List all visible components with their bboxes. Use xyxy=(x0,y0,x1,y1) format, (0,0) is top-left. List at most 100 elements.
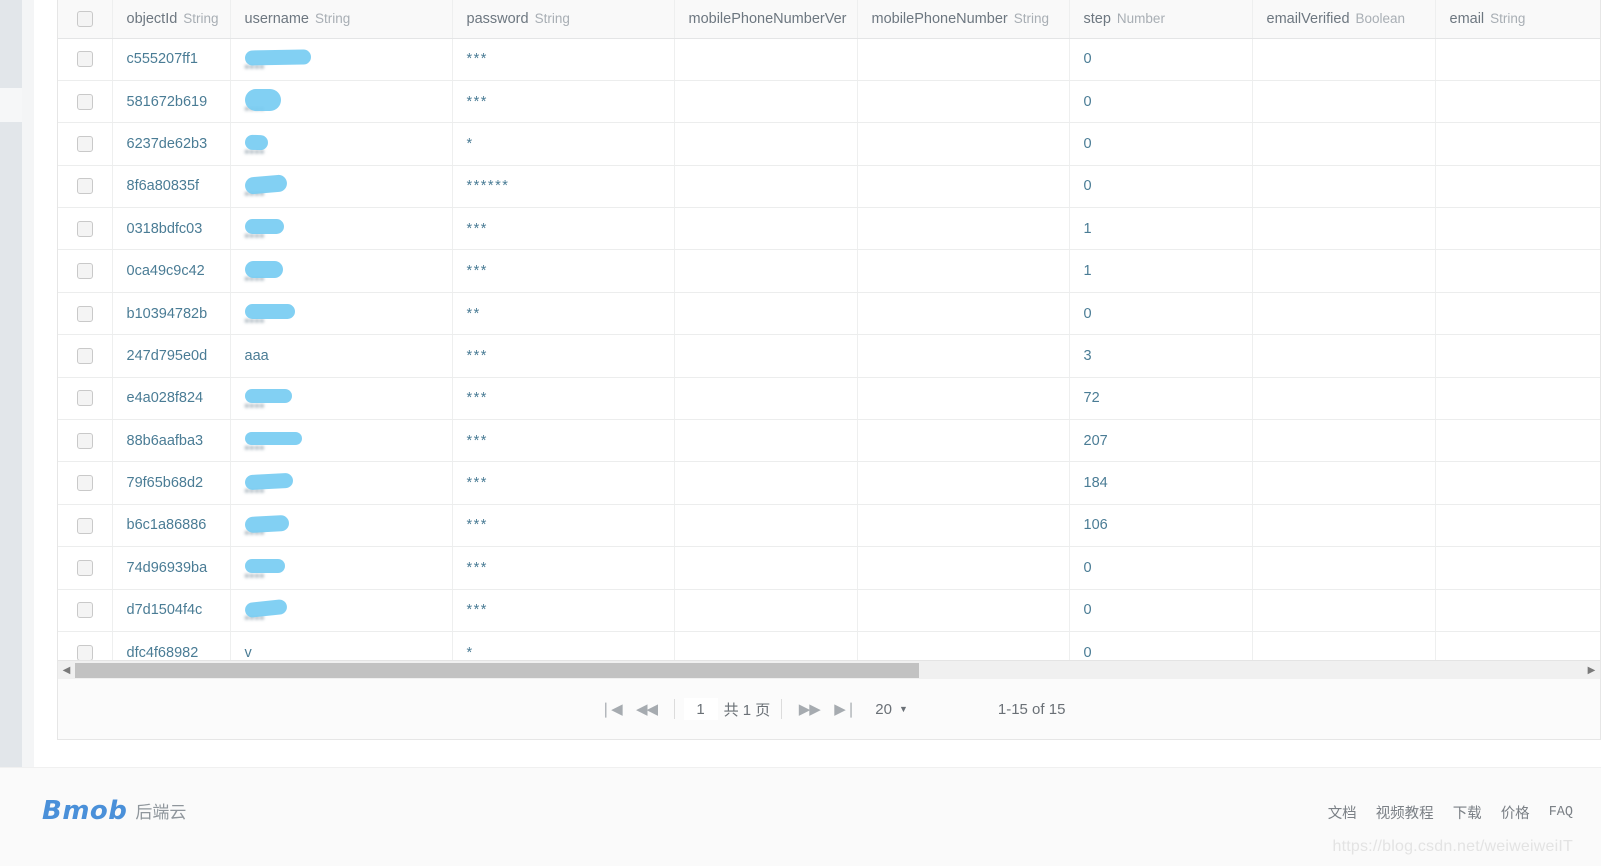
cell-step[interactable]: 0 xyxy=(1069,122,1253,166)
cell-password[interactable]: ****** xyxy=(452,165,675,209)
cell-email[interactable] xyxy=(1435,419,1600,463)
column-header-mobilephonenumber[interactable]: mobilePhoneNumber String xyxy=(857,0,1070,39)
cell-password[interactable]: * xyxy=(452,122,675,166)
cell-password[interactable]: *** xyxy=(452,249,675,293)
cell-password[interactable]: *** xyxy=(452,334,675,378)
row-checkbox[interactable] xyxy=(76,644,93,661)
cell-password[interactable]: *** xyxy=(452,207,675,251)
column-header-email[interactable]: email String xyxy=(1435,0,1600,39)
cell-objectid[interactable]: 0ca49c9c42 xyxy=(112,249,231,293)
row-checkbox[interactable] xyxy=(76,432,93,449)
cell-email[interactable] xyxy=(1435,377,1600,421)
row-select-cell[interactable] xyxy=(58,80,113,124)
cell-mobilephonenumberverified[interactable] xyxy=(674,249,858,293)
cell-email[interactable] xyxy=(1435,207,1600,251)
cell-emailverified[interactable] xyxy=(1252,165,1436,209)
cell-username[interactable]: •••• xyxy=(230,546,453,590)
cell-step[interactable]: 106 xyxy=(1069,504,1253,548)
cell-mobilephonenumberverified[interactable] xyxy=(674,80,858,124)
row-select-cell[interactable] xyxy=(58,504,113,548)
cell-email[interactable] xyxy=(1435,165,1600,209)
cell-mobilephonenumberverified[interactable] xyxy=(674,461,858,505)
cell-mobilephonenumberverified[interactable] xyxy=(674,207,858,251)
table-row[interactable]: 74d96939ba •••• *** 0 xyxy=(58,546,1600,590)
cell-username[interactable]: •••• xyxy=(230,207,453,251)
cell-password[interactable]: *** xyxy=(452,504,675,548)
row-select-cell[interactable] xyxy=(58,546,113,590)
footer-link-faq[interactable]: FAQ xyxy=(1549,805,1573,820)
cell-objectid[interactable]: 79f65b68d2 xyxy=(112,461,231,505)
footer-link-download[interactable]: 下载 xyxy=(1453,802,1482,823)
table-row[interactable]: 0ca49c9c42 •••• *** 1 xyxy=(58,249,1600,293)
cell-password[interactable]: *** xyxy=(452,419,675,463)
row-checkbox[interactable] xyxy=(76,51,93,68)
cell-username[interactable]: •••• xyxy=(230,165,453,209)
column-header-username[interactable]: username String xyxy=(230,0,453,39)
scrollbar-thumb[interactable] xyxy=(75,662,920,678)
table-row[interactable]: 88b6aafba3 •••• *** 207 xyxy=(58,419,1600,463)
cell-emailverified[interactable] xyxy=(1252,334,1436,378)
scroll-right-arrow-icon[interactable]: ▶ xyxy=(1583,662,1600,679)
cell-username[interactable]: •••• xyxy=(230,122,453,166)
cell-username[interactable]: •••• xyxy=(230,249,453,293)
cell-mobilephonenumber[interactable] xyxy=(857,419,1070,463)
last-page-button[interactable]: ▶❘ xyxy=(831,695,859,723)
cell-mobilephonenumberverified[interactable] xyxy=(674,165,858,209)
cell-username[interactable]: •••• xyxy=(230,589,453,632)
cell-step[interactable]: 0 xyxy=(1069,589,1253,632)
row-select-cell[interactable] xyxy=(58,334,113,378)
left-nav-rail-active-item[interactable] xyxy=(0,88,22,122)
row-select-cell[interactable] xyxy=(58,249,113,293)
column-header-objectid[interactable]: objectId String xyxy=(112,0,231,39)
cell-mobilephonenumber[interactable] xyxy=(857,292,1070,336)
data-grid-scroll-region[interactable]: objectId String username String password St… xyxy=(58,0,1600,670)
cell-emailverified[interactable] xyxy=(1252,249,1436,293)
cell-password[interactable]: *** xyxy=(452,377,675,421)
cell-objectid[interactable]: b10394782b xyxy=(112,292,231,336)
cell-mobilephonenumberverified[interactable] xyxy=(674,419,858,463)
column-header-step[interactable]: step Number xyxy=(1069,0,1253,39)
cell-username[interactable]: •••• xyxy=(230,80,453,124)
column-header-mobilephonenumberverified[interactable]: mobilePhoneNumberVer xyxy=(674,0,858,39)
scrollbar-track[interactable] xyxy=(75,662,1583,678)
row-checkbox[interactable] xyxy=(76,348,93,365)
row-checkbox[interactable] xyxy=(76,136,93,153)
row-checkbox[interactable] xyxy=(76,178,93,195)
row-select-cell[interactable] xyxy=(58,122,113,166)
cell-step[interactable]: 0 xyxy=(1069,165,1253,209)
cell-objectid[interactable]: 581672b619 xyxy=(112,80,231,124)
cell-emailverified[interactable] xyxy=(1252,546,1436,590)
cell-emailverified[interactable] xyxy=(1252,419,1436,463)
cell-username[interactable]: •••• xyxy=(230,504,453,548)
table-row[interactable]: b6c1a86886 •••• *** 106 xyxy=(58,504,1600,548)
row-checkbox[interactable] xyxy=(76,263,93,280)
cell-password[interactable]: *** xyxy=(452,80,675,124)
cell-objectid[interactable]: b6c1a86886 xyxy=(112,504,231,548)
row-checkbox[interactable] xyxy=(76,602,93,619)
cell-email[interactable] xyxy=(1435,122,1600,166)
row-checkbox[interactable] xyxy=(76,93,93,110)
cell-email[interactable] xyxy=(1435,80,1600,124)
cell-mobilephonenumber[interactable] xyxy=(857,504,1070,548)
cell-username[interactable]: aaa xyxy=(230,334,453,378)
cell-mobilephonenumberverified[interactable] xyxy=(674,377,858,421)
cell-email[interactable] xyxy=(1435,249,1600,293)
cell-mobilephonenumber[interactable] xyxy=(857,589,1070,632)
row-select-cell[interactable] xyxy=(58,589,113,632)
cell-emailverified[interactable] xyxy=(1252,292,1436,336)
row-select-cell[interactable] xyxy=(58,461,113,505)
row-checkbox[interactable] xyxy=(76,220,93,237)
row-checkbox[interactable] xyxy=(76,305,93,322)
cell-step[interactable]: 1 xyxy=(1069,207,1253,251)
cell-step[interactable]: 207 xyxy=(1069,419,1253,463)
cell-step[interactable]: 1 xyxy=(1069,249,1253,293)
cell-emailverified[interactable] xyxy=(1252,80,1436,124)
cell-emailverified[interactable] xyxy=(1252,504,1436,548)
cell-step[interactable]: 0 xyxy=(1069,38,1253,81)
cell-username[interactable]: •••• xyxy=(230,377,453,421)
cell-email[interactable] xyxy=(1435,589,1600,632)
cell-mobilephonenumberverified[interactable] xyxy=(674,292,858,336)
cell-username[interactable]: •••• xyxy=(230,38,453,81)
footer-link-video-tutorials[interactable]: 视频教程 xyxy=(1376,802,1434,823)
cell-objectid[interactable]: 247d795e0d xyxy=(112,334,231,378)
